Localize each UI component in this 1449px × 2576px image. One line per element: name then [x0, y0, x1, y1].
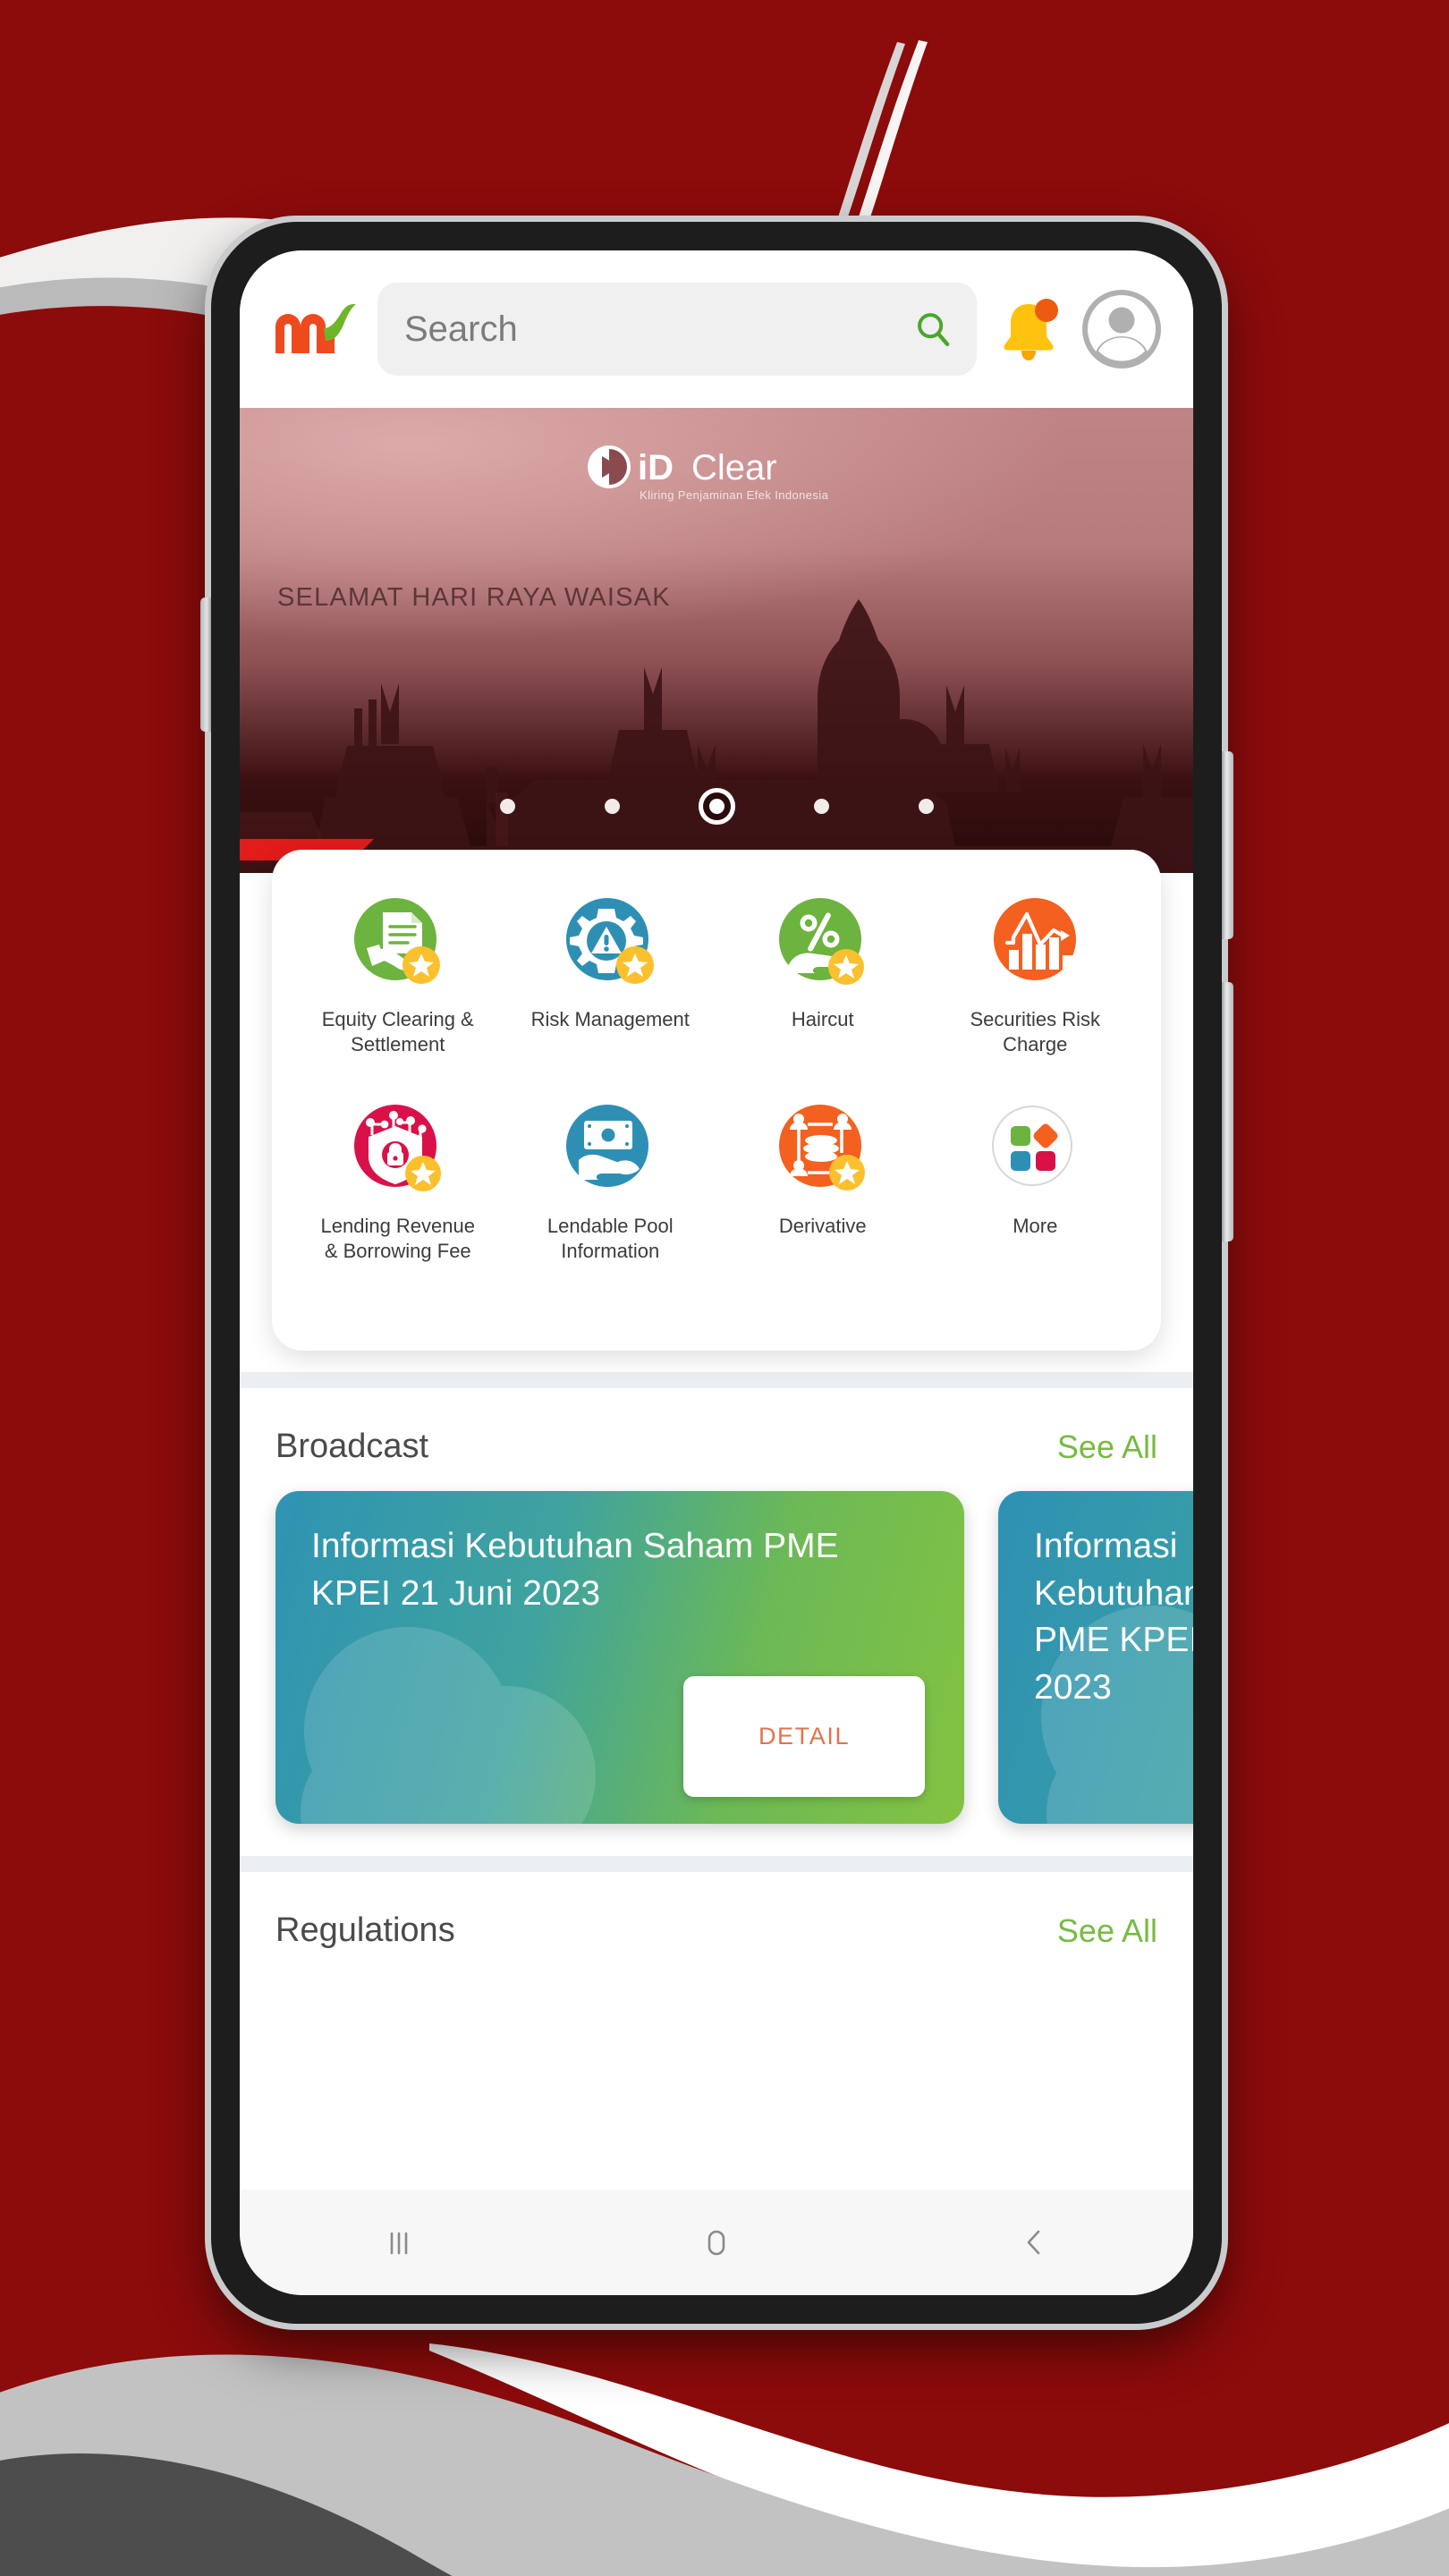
recents-icon[interactable] — [376, 2219, 422, 2266]
menu-item-risk-management[interactable]: Risk Management — [504, 891, 717, 1056]
svg-text:iD: iD — [638, 448, 674, 487]
percent-hand-icon — [772, 891, 874, 993]
menu-item-label: Lendable Pool Information — [547, 1215, 674, 1262]
more-grid-icon — [984, 1097, 1086, 1199]
notification-button[interactable] — [996, 292, 1061, 367]
back-icon[interactable] — [1011, 2219, 1057, 2266]
menu-item-lendable-pool-information[interactable]: Lendable Pool Information — [504, 1097, 717, 1263]
hero-greeting-text: SELAMAT HARI RAYA WAISAK — [277, 583, 671, 612]
coins-network-icon — [772, 1097, 874, 1199]
carousel-dot[interactable] — [813, 799, 829, 814]
broadcast-detail-button[interactable]: DETAIL — [683, 1676, 925, 1797]
menu-item-label: Derivative — [778, 1215, 867, 1237]
carousel-dot[interactable] — [918, 799, 934, 814]
menu-item-label: Haircut — [791, 1008, 854, 1030]
broadcast-card-title: Informasi Kebutuhan Saham PME KPEI 20 Ju… — [1034, 1527, 1193, 1707]
android-navigation-bar — [240, 2190, 1193, 2295]
carousel-dots[interactable] — [240, 799, 1193, 814]
bar-chart-line-icon — [984, 891, 1086, 993]
broadcast-card-list[interactable]: Informasi Kebutuhan Saham PME KPEI 21 Ju… — [240, 1491, 1193, 1856]
broadcast-see-all-link[interactable]: See All — [1057, 1428, 1157, 1466]
content-below-menu: Broadcast See All Informasi Kebutuhan Sa… — [240, 1372, 1193, 1975]
broadcast-title: Broadcast — [275, 1428, 429, 1465]
carousel-dot-active[interactable] — [708, 799, 724, 814]
menu-item-label: Securities Risk Charge — [970, 1008, 1100, 1055]
broadcast-section-header: Broadcast See All — [240, 1388, 1193, 1491]
gear-warning-icon — [559, 891, 661, 993]
menu-item-label: Risk Management — [530, 1008, 690, 1030]
idclear-logo: iD Clear Kliring Penjaminan Efek Indones… — [240, 440, 1193, 516]
hero-banner-carousel[interactable]: iD Clear Kliring Penjaminan Efek Indones… — [240, 408, 1193, 873]
money-hand-icon — [559, 1097, 661, 1199]
menu-item-more[interactable]: More — [929, 1097, 1142, 1263]
search-placeholder: Search — [404, 309, 518, 349]
section-divider — [240, 1372, 1193, 1388]
carousel-dot[interactable] — [604, 799, 620, 814]
menu-item-label: Equity Clearing & Settlement — [321, 1008, 474, 1055]
search-icon[interactable] — [912, 309, 953, 350]
svg-text:Clear: Clear — [691, 448, 777, 487]
menu-item-securities-risk-charge[interactable]: Securities Risk Charge — [929, 891, 1142, 1056]
regulations-see-all-link[interactable]: See All — [1057, 1912, 1157, 1950]
volume-button[interactable] — [1222, 982, 1233, 1241]
broadcast-card[interactable]: Informasi Kebutuhan Saham PME KPEI 20 Ju… — [998, 1491, 1193, 1824]
carousel-dot[interactable] — [499, 799, 515, 814]
broadcast-card-title: Informasi Kebutuhan Saham PME KPEI 21 Ju… — [311, 1527, 839, 1613]
shield-lock-network-icon — [347, 1097, 449, 1199]
menu-item-haircut[interactable]: Haircut — [716, 891, 929, 1056]
regulations-section-header: Regulations See All — [240, 1872, 1193, 1975]
phone-device-frame: Search iD Clear Kliring Penjaminan Efek … — [200, 222, 1233, 2324]
section-divider — [240, 1856, 1193, 1872]
app-bar: Search — [240, 250, 1193, 408]
menu-item-equity-clearing-settlement[interactable]: Equity Clearing & Settlement — [292, 891, 504, 1056]
menu-card: Equity Clearing & Settlement Risk Manage… — [272, 850, 1161, 1351]
volume-button-left[interactable] — [200, 597, 211, 732]
menu-item-derivative[interactable]: Derivative — [716, 1097, 929, 1263]
menu-grid: Equity Clearing & Settlement Risk Manage… — [292, 891, 1141, 1263]
document-handshake-icon — [347, 891, 449, 993]
broadcast-card[interactable]: Informasi Kebutuhan Saham PME KPEI 21 Ju… — [275, 1491, 964, 1824]
home-icon[interactable] — [693, 2219, 740, 2266]
user-avatar-icon[interactable] — [1080, 288, 1163, 370]
svg-text:Kliring Penjaminan Efek Indone: Kliring Penjaminan Efek Indonesia — [640, 488, 829, 502]
regulations-title: Regulations — [275, 1911, 455, 1949]
menu-item-lending-revenue-borrowing-fee[interactable]: Lending Revenue & Borrowing Fee — [292, 1097, 504, 1263]
borobudur-silhouette-icon — [240, 599, 1193, 873]
menu-item-label: More — [1013, 1215, 1058, 1237]
phone-screen: Search iD Clear Kliring Penjaminan Efek … — [240, 250, 1193, 2295]
notification-bell-icon — [1004, 299, 1058, 360]
search-input[interactable]: Search — [377, 283, 977, 376]
power-button[interactable] — [1222, 751, 1233, 939]
myidclear-logo-icon[interactable] — [272, 301, 358, 357]
menu-item-label: Lending Revenue & Borrowing Fee — [320, 1215, 475, 1262]
